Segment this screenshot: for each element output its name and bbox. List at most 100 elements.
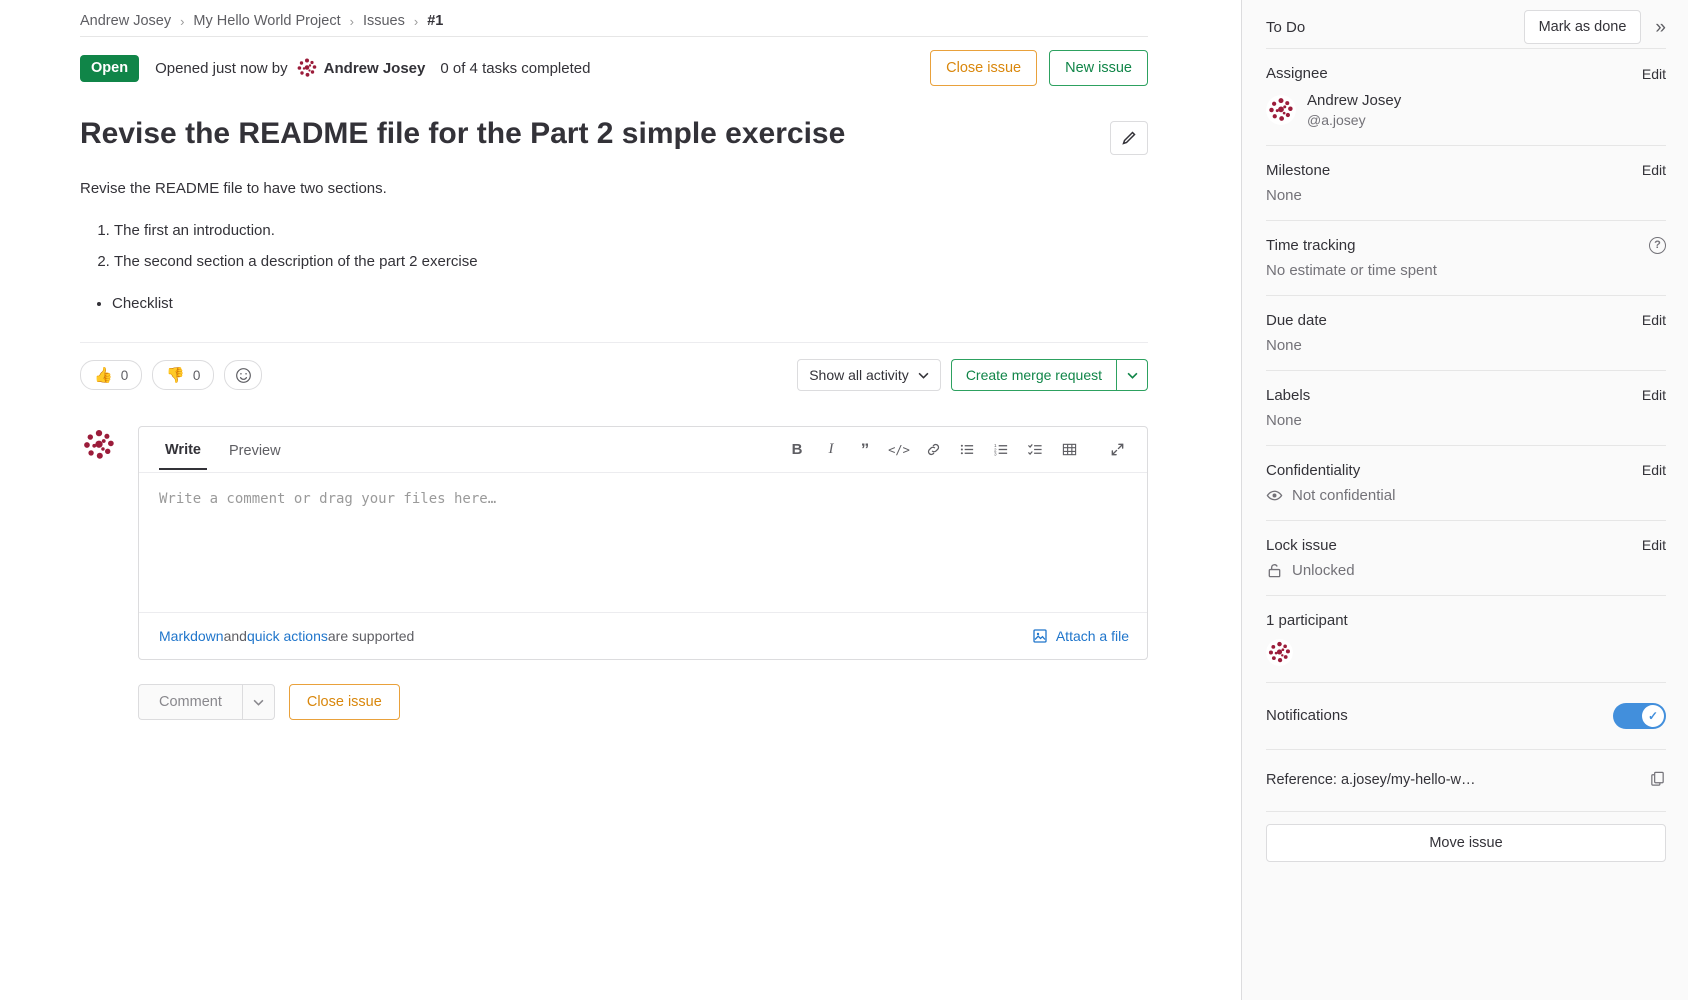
markdown-link[interactable]: Markdown xyxy=(159,628,224,644)
due-date-title: Due date xyxy=(1266,311,1327,329)
issue-status-row: Open Opened just now by Andrew Josey 0 o… xyxy=(80,37,1148,95)
create-merge-request-dropdown-toggle[interactable] xyxy=(1116,359,1148,391)
attach-file-label: Attach a file xyxy=(1055,628,1129,644)
notifications-toggle[interactable]: ✓ xyxy=(1613,702,1666,729)
chevron-down-icon xyxy=(1127,372,1137,379)
confidentiality-title: Confidentiality xyxy=(1266,461,1361,479)
mark-as-done-button[interactable]: Mark as done xyxy=(1523,10,1642,44)
sidebar-section-participants: 1 participant xyxy=(1266,594,1666,682)
issue-description: Revise the README file to have two secti… xyxy=(80,177,1148,316)
move-issue-button[interactable]: Move issue xyxy=(1266,823,1666,862)
thumbs-down-reaction-button[interactable]: 👎 0 xyxy=(152,360,215,390)
comment-button[interactable]: Comment xyxy=(138,684,242,720)
comment-dropdown-toggle[interactable] xyxy=(241,684,275,720)
confidentiality-value: Not confidential xyxy=(1292,486,1396,504)
link-icon[interactable] xyxy=(919,436,947,464)
italic-icon[interactable]: I xyxy=(817,436,845,464)
assignee-handle: @a.josey xyxy=(1307,111,1366,128)
comment-input[interactable]: Write a comment or drag your files here… xyxy=(139,473,1147,613)
due-date-edit-link[interactable]: Edit xyxy=(1642,312,1666,328)
bulleted-list-icon[interactable] xyxy=(953,436,981,464)
create-merge-request-button[interactable]: Create merge request xyxy=(950,359,1116,391)
breadcrumb-item-user[interactable]: Andrew Josey xyxy=(80,13,171,29)
assignee-avatar xyxy=(1266,94,1296,125)
lock-issue-edit-link[interactable]: Edit xyxy=(1642,537,1666,553)
quick-actions-link[interactable]: quick actions xyxy=(247,628,328,644)
create-merge-request-split-button: Create merge request xyxy=(950,359,1148,391)
bold-icon[interactable]: B xyxy=(783,436,811,464)
table-icon[interactable] xyxy=(1055,436,1083,464)
author-avatar xyxy=(294,56,319,80)
close-issue-button[interactable]: Close issue xyxy=(930,50,1038,86)
status-badge: Open xyxy=(80,54,140,82)
tab-write[interactable]: Write xyxy=(159,430,207,470)
code-icon[interactable]: </> xyxy=(885,436,913,464)
assignee-name: Andrew Josey xyxy=(1307,92,1402,109)
assignee-edit-link[interactable]: Edit xyxy=(1642,66,1666,82)
close-issue-bottom-button[interactable]: Close issue xyxy=(288,684,400,720)
comment-editor-header: Write Preview B I ” </> 1 2 3 xyxy=(139,427,1147,473)
author-name[interactable]: Andrew Josey xyxy=(324,60,426,77)
activity-actions: Show all activity Create merge request xyxy=(797,359,1148,391)
comment-editor-footer: Markdown and quick actions are supported… xyxy=(139,613,1147,659)
thumbs-down-count: 0 xyxy=(192,367,201,383)
todo-label: To Do xyxy=(1266,18,1306,36)
sidebar-section-assignee: Assignee Edit Andrew Josey @a.josey xyxy=(1266,48,1666,145)
confidentiality-edit-link[interactable]: Edit xyxy=(1642,462,1666,478)
breadcrumb: Andrew Josey › My Hello World Project › … xyxy=(80,0,1148,36)
activity-filter-dropdown[interactable]: Show all activity xyxy=(797,359,941,391)
assignee-user[interactable]: Andrew Josey @a.josey xyxy=(1266,91,1666,129)
milestone-edit-link[interactable]: Edit xyxy=(1642,162,1666,178)
quote-icon[interactable]: ” xyxy=(851,436,879,464)
reactions-row: 👍 0 👎 0 Show all activity Create merge r… xyxy=(80,359,1148,391)
sidebar-section-due-date: Due date Edit None xyxy=(1266,294,1666,370)
add-reaction-button[interactable] xyxy=(224,360,263,390)
task-list-icon[interactable] xyxy=(1021,436,1049,464)
milestone-title: Milestone xyxy=(1266,161,1331,179)
breadcrumb-separator-icon: › xyxy=(180,13,185,29)
sidebar-section-time-tracking: Time tracking ? No estimate or time spen… xyxy=(1266,219,1666,295)
attach-file-button[interactable]: Attach a file xyxy=(1032,628,1129,644)
breadcrumb-item-issues[interactable]: Issues xyxy=(363,13,405,29)
checklist-label: Checklist xyxy=(112,292,1148,316)
labels-edit-link[interactable]: Edit xyxy=(1642,387,1666,403)
issue-action-buttons: Close issue New issue xyxy=(930,50,1148,86)
footer-supported-text: are supported xyxy=(327,628,415,644)
comment-action-buttons: Comment Close issue xyxy=(138,684,1148,720)
description-ordered-list: The first an introduction. The second se… xyxy=(80,219,1148,274)
sidebar-section-confidentiality: Confidentiality Edit Not confidential xyxy=(1266,444,1666,520)
copy-reference-icon[interactable] xyxy=(1649,770,1666,791)
tab-preview[interactable]: Preview xyxy=(223,431,287,469)
description-divider xyxy=(80,342,1148,343)
ordered-item: The first an introduction. xyxy=(114,219,1148,243)
help-icon[interactable]: ? xyxy=(1649,236,1666,254)
description-bullet-list: Checklist xyxy=(80,292,1148,316)
time-tracking-value: No estimate or time spent xyxy=(1266,261,1437,279)
sidebar-section-milestone: Milestone Edit None xyxy=(1266,144,1666,220)
thumbs-up-reaction-button[interactable]: 👍 0 xyxy=(80,360,143,390)
comment-form-area: Write Preview B I ” </> 1 2 3 Write a co… xyxy=(80,426,1148,660)
activity-filter-label: Show all activity xyxy=(809,367,909,383)
description-intro: Revise the README file to have two secti… xyxy=(80,180,387,197)
labels-title: Labels xyxy=(1266,386,1311,404)
participants-title[interactable]: 1 participant xyxy=(1266,612,1348,629)
sidebar-todo-row: To Do Mark as done » xyxy=(1266,0,1666,48)
edit-issue-button[interactable] xyxy=(1110,121,1148,155)
tasks-completed-count: 0 of 4 tasks completed xyxy=(440,59,591,77)
breadcrumb-item-project[interactable]: My Hello World Project xyxy=(193,13,340,29)
eye-icon xyxy=(1266,490,1283,501)
opened-text: Opened just now by xyxy=(155,59,288,77)
numbered-list-icon[interactable]: 1 2 3 xyxy=(987,436,1015,464)
confidentiality-value-row: Not confidential xyxy=(1266,487,1666,504)
move-issue-divider xyxy=(1266,810,1666,812)
lock-issue-value: Unlocked xyxy=(1292,561,1355,579)
fullscreen-icon[interactable] xyxy=(1103,436,1131,464)
milestone-value: None xyxy=(1266,186,1302,204)
thumbs-up-count: 0 xyxy=(120,367,129,383)
thumbs-up-icon: 👍 xyxy=(94,366,113,384)
time-tracking-title: Time tracking xyxy=(1266,236,1356,254)
participant-avatar[interactable] xyxy=(1266,638,1293,666)
ordered-item: The second section a description of the … xyxy=(114,250,1148,274)
collapse-sidebar-icon[interactable]: » xyxy=(1655,18,1666,37)
new-issue-button[interactable]: New issue xyxy=(1049,50,1148,86)
